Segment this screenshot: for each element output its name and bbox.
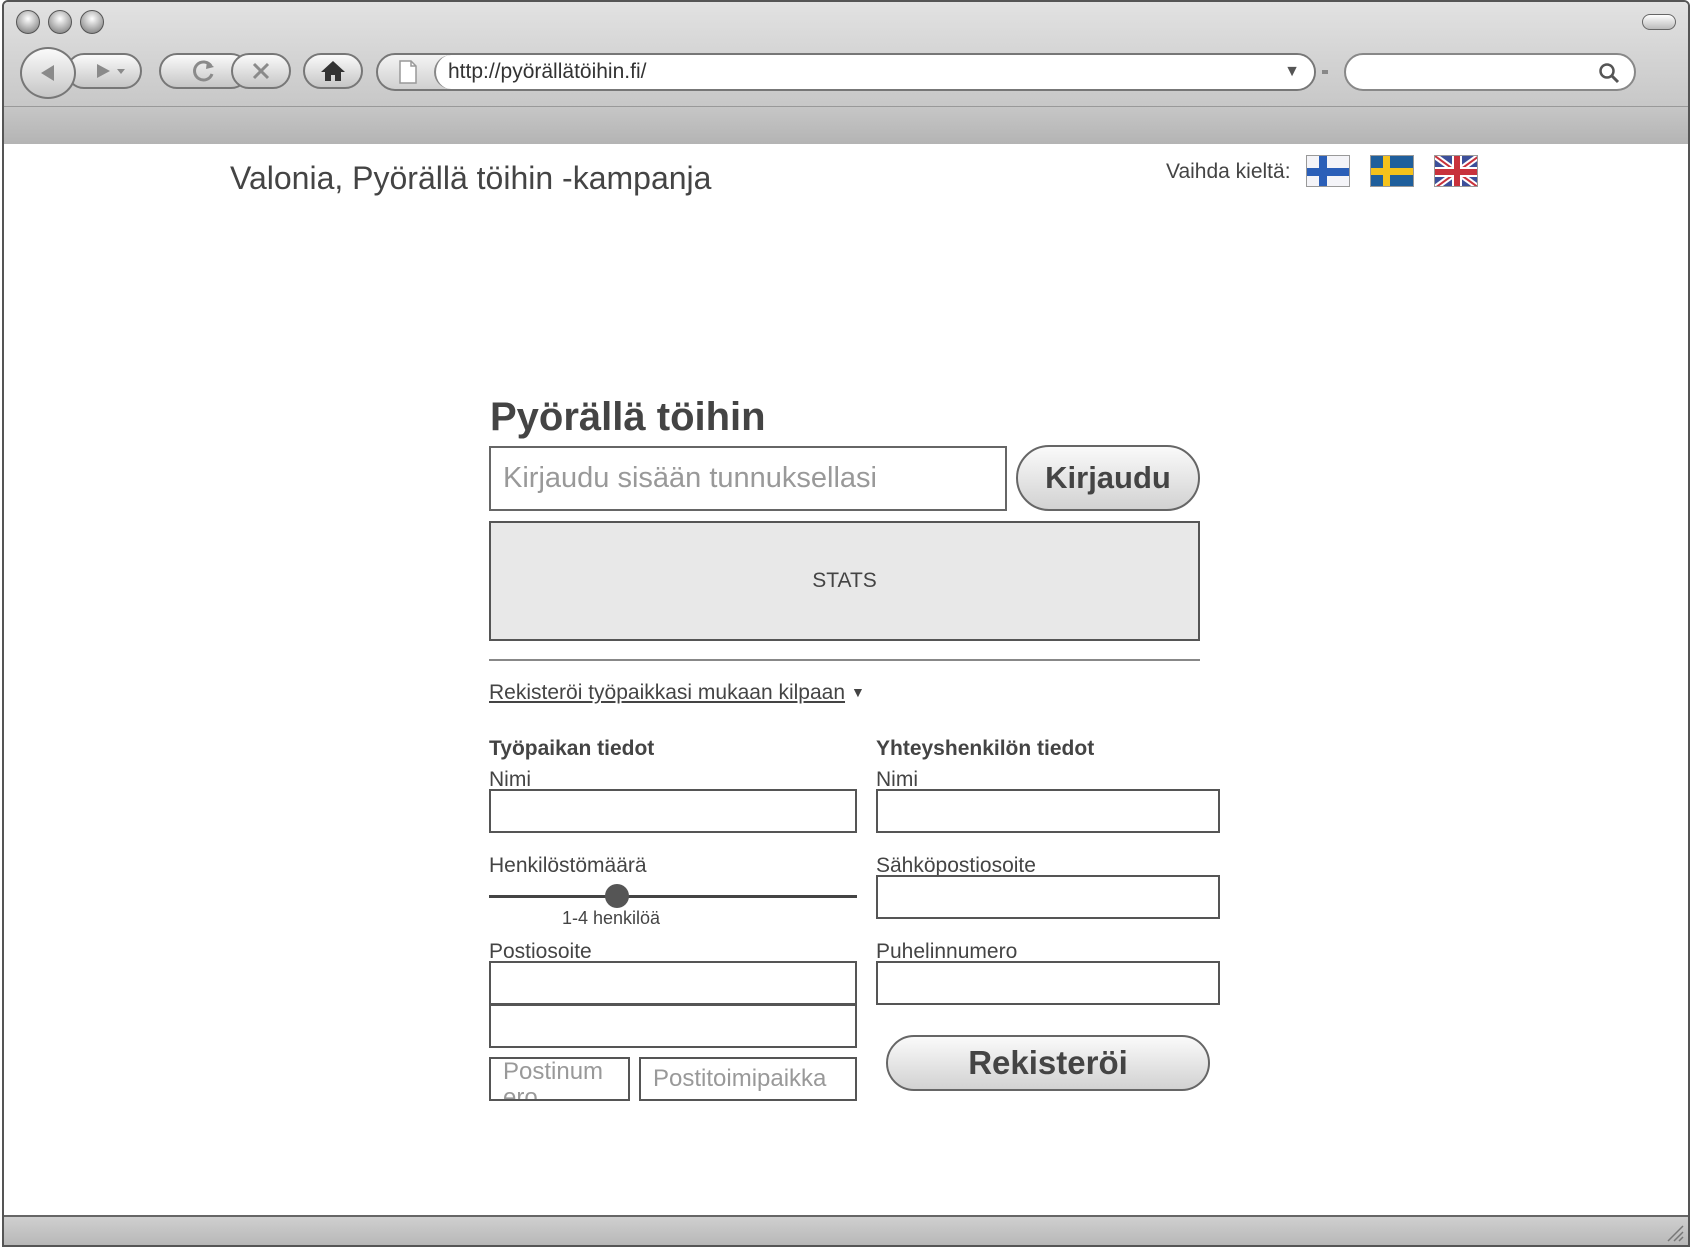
staff-count-slider-handle[interactable] xyxy=(605,884,629,908)
login-input[interactable] xyxy=(489,446,1007,511)
stats-label: STATS xyxy=(812,569,877,592)
url-input[interactable]: http://pyörällätöihin.fi/ ▼ xyxy=(434,55,1314,89)
contact-name-field[interactable] xyxy=(876,789,1220,833)
reload-icon xyxy=(193,60,214,82)
postal-address-line2-field[interactable] xyxy=(489,1004,857,1048)
toolbar-toggle-button[interactable] xyxy=(1642,14,1676,30)
stop-icon xyxy=(252,62,270,80)
workplace-name-field[interactable] xyxy=(489,789,857,833)
caret-down-icon: ▼ xyxy=(851,684,865,700)
site-title: Valonia, Pyörällä töihin -kampanja xyxy=(230,160,712,196)
divider xyxy=(489,659,1200,661)
language-label: Vaihda kieltä: xyxy=(1166,160,1291,183)
page-icon xyxy=(399,60,417,84)
finnish-flag-icon xyxy=(1307,156,1349,186)
dropdown-icon[interactable]: ▼ xyxy=(1284,55,1300,89)
finnish-flag[interactable] xyxy=(1306,155,1350,187)
postal-address-line1-field[interactable] xyxy=(489,961,857,1005)
toolbar-separator xyxy=(1322,70,1328,74)
search-icon[interactable] xyxy=(1598,62,1620,84)
register-toggle-label: Rekisteröi työpaikkasi mukaan kilpaan xyxy=(489,681,846,704)
home-icon xyxy=(321,61,345,81)
resize-grip-icon[interactable] xyxy=(1664,1222,1684,1242)
staff-count-value: 1-4 henkilöä xyxy=(562,908,661,928)
back-button[interactable] xyxy=(20,47,76,99)
search-input[interactable] xyxy=(1344,53,1636,91)
city-field[interactable] xyxy=(639,1057,857,1101)
postcode-field[interactable]: Postinum ero xyxy=(489,1057,630,1101)
address-bar: http://pyörällätöihin.fi/ ▼ xyxy=(376,53,1316,91)
uk-flag-icon xyxy=(1435,156,1477,186)
back-arrow-icon xyxy=(41,65,54,81)
register-toggle-link[interactable]: Rekisteröi työpaikkasi mukaan kilpaan ▼ xyxy=(489,681,865,705)
url-text: http://pyörällätöihin.fi/ xyxy=(448,60,647,83)
maximize-window-button[interactable] xyxy=(80,10,104,34)
stats-panel: STATS xyxy=(489,521,1200,641)
minimize-window-button[interactable] xyxy=(48,10,72,34)
page-heading: Pyörällä töihin xyxy=(490,395,766,439)
register-button[interactable]: Rekisteröi xyxy=(886,1035,1210,1091)
staff-count-slider[interactable] xyxy=(489,895,857,898)
status-bar xyxy=(4,1215,1688,1245)
login-button[interactable]: Kirjaudu xyxy=(1016,445,1200,511)
swedish-flag-icon xyxy=(1371,156,1413,186)
home-button[interactable] xyxy=(303,53,363,89)
uk-flag[interactable] xyxy=(1434,155,1478,187)
email-field[interactable] xyxy=(876,875,1220,919)
browser-window: http://pyörällätöihin.fi/ ▼ Valonia, Pyö… xyxy=(2,0,1690,1247)
browser-toolbar: http://pyörällätöihin.fi/ ▼ xyxy=(4,2,1688,144)
close-window-button[interactable] xyxy=(16,10,40,34)
forward-button[interactable] xyxy=(66,53,142,89)
staff-count-label: Henkilöstömäärä xyxy=(489,854,647,877)
workplace-section-title: Työpaikan tiedot xyxy=(489,737,655,760)
phone-field[interactable] xyxy=(876,961,1220,1005)
stop-button[interactable] xyxy=(231,53,291,89)
swedish-flag[interactable] xyxy=(1370,155,1414,187)
contact-section-title: Yhteyshenkilön tiedot xyxy=(876,737,1095,760)
postcode-placeholder: Postinum ero xyxy=(503,1058,604,1101)
bookmarks-bar xyxy=(4,106,1688,144)
forward-arrow-icon xyxy=(97,64,125,78)
